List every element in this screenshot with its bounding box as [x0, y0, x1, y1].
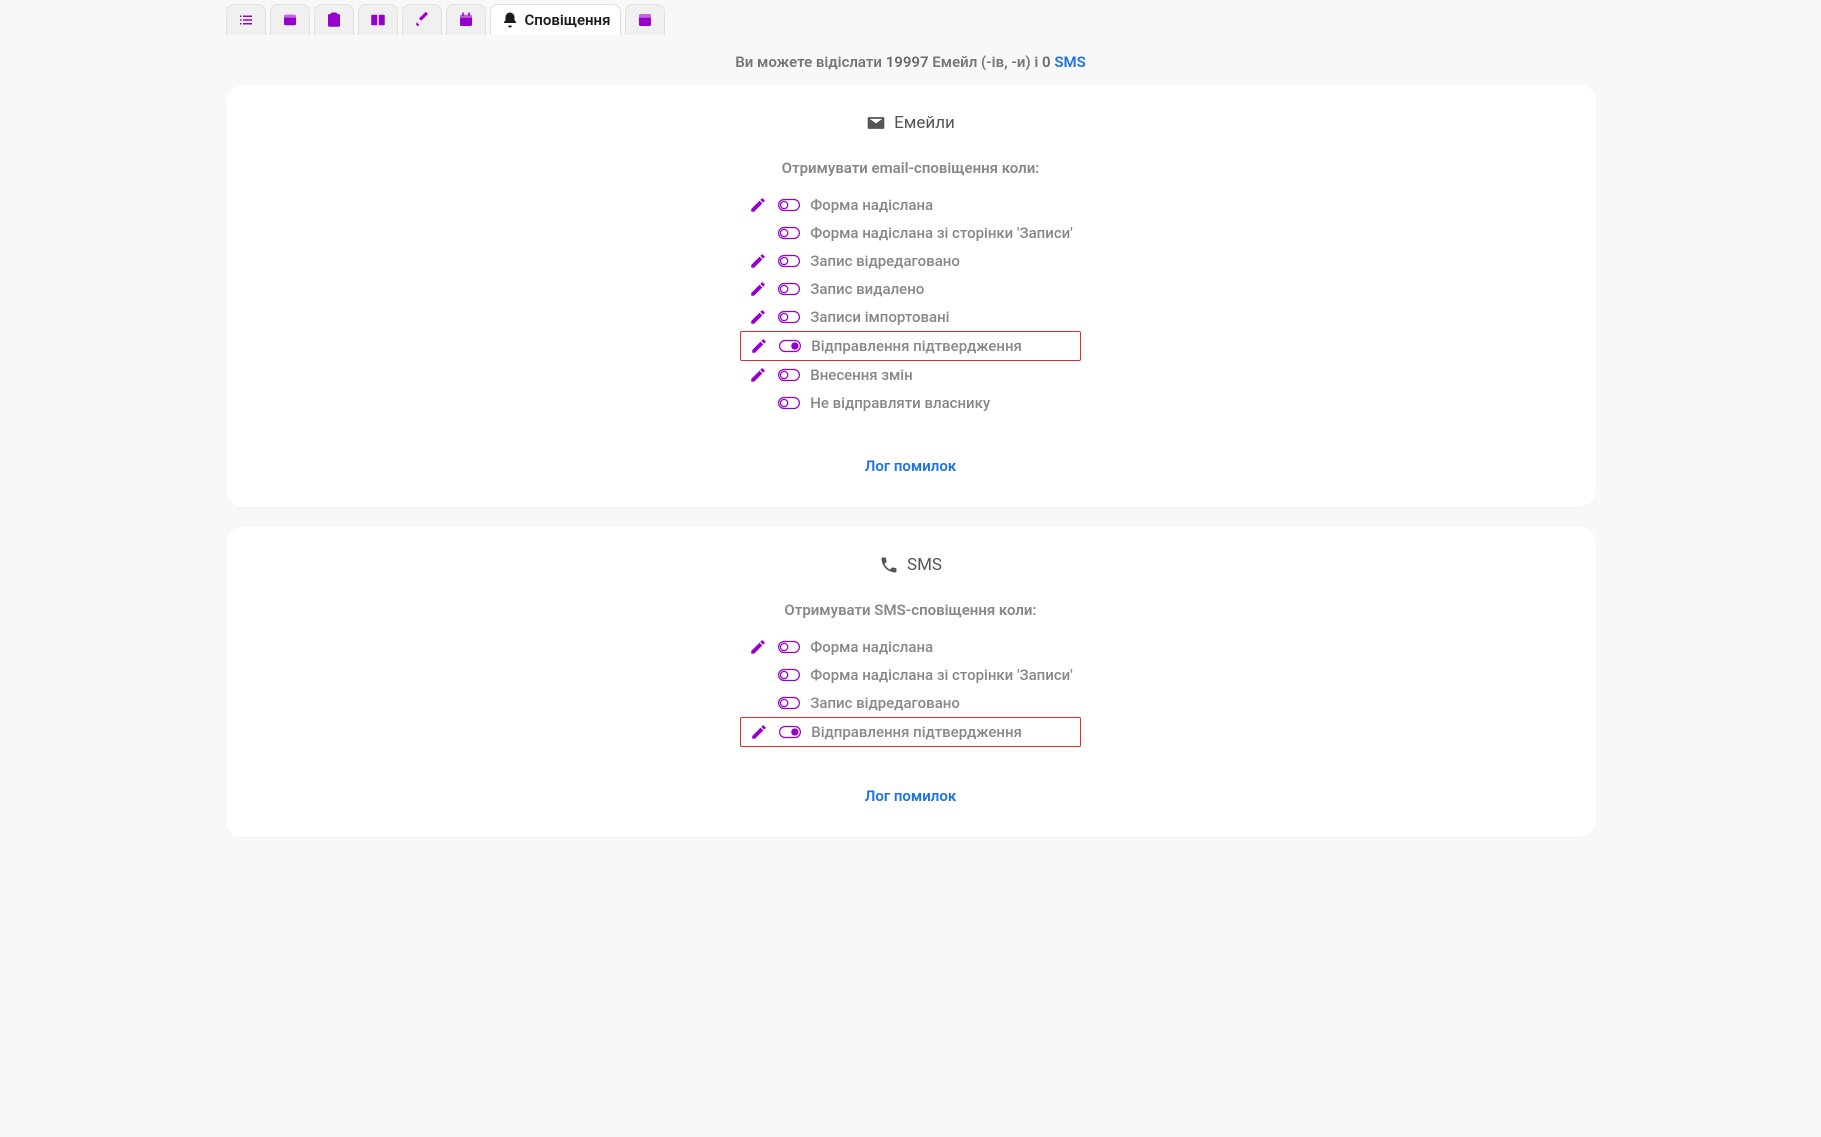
sms-option-row: Відправлення підтвердження — [740, 717, 1080, 747]
sms-title: SMS — [256, 555, 1566, 575]
emails-subtitle: Отримувати email-сповіщення коли: — [256, 159, 1566, 177]
emails-option-row: Форма надіслана зі сторінки 'Записи' — [740, 219, 1080, 247]
sms-title-text: SMS — [907, 555, 942, 575]
emails-card: Емейли Отримувати email-сповіщення коли:… — [226, 85, 1596, 507]
edit-icon[interactable] — [749, 723, 769, 741]
toggle-icon[interactable] — [778, 226, 800, 240]
toggle-icon[interactable] — [778, 254, 800, 268]
tab-window-icon[interactable] — [625, 4, 665, 35]
emails-option-row: Внесення змін — [740, 361, 1080, 389]
info-sms-link[interactable]: SMS — [1054, 53, 1085, 71]
emails-option-row: Не відправляти власнику — [740, 389, 1080, 417]
columns-icon — [369, 11, 387, 29]
sms-option-label: Форма надіслана — [810, 638, 933, 656]
tab-list-icon[interactable] — [226, 4, 266, 35]
toggle-icon[interactable] — [778, 310, 800, 324]
tab-clipboard-icon[interactable] — [314, 4, 354, 35]
emails-option-label: Запис видалено — [810, 280, 924, 298]
tab-notifications[interactable]: Сповіщення — [490, 4, 622, 35]
edit-icon[interactable] — [748, 308, 768, 326]
sms-option-row: Форма надіслана зі сторінки 'Записи' — [740, 661, 1080, 689]
toggle-icon[interactable] — [779, 339, 801, 353]
emails-option-label: Запис відредаговано — [810, 252, 960, 270]
emails-option-label: Не відправляти власнику — [810, 394, 990, 412]
emails-option-row: Відправлення підтвердження — [740, 331, 1080, 361]
sms-log-link[interactable]: Лог помилок — [865, 787, 956, 805]
tab-brush-icon[interactable] — [402, 4, 442, 35]
edit-icon[interactable] — [748, 280, 768, 298]
emails-option-label: Форма надіслана зі сторінки 'Записи' — [810, 224, 1072, 242]
bell-icon — [501, 11, 519, 29]
emails-log-link[interactable]: Лог помилок — [865, 457, 956, 475]
emails-title: Емейли — [256, 113, 1566, 133]
phone-icon — [879, 555, 899, 575]
window-icon — [636, 11, 654, 29]
info-bar: Ви можете відіслати 19997 Емейл (-ів, -и… — [226, 53, 1596, 71]
toggle-icon[interactable] — [778, 640, 800, 654]
info-prefix: Ви можете відіслати — [735, 53, 882, 71]
brush-icon — [413, 11, 431, 29]
clipboard-icon — [325, 11, 343, 29]
emails-option-label: Внесення змін — [810, 366, 912, 384]
toggle-icon[interactable] — [778, 282, 800, 296]
emails-options: Форма надіслана Форма надіслана зі сторін… — [740, 191, 1080, 417]
emails-option-row: Форма надіслана — [740, 191, 1080, 219]
sms-option-label: Відправлення підтвердження — [811, 723, 1022, 741]
sms-option-label: Запис відредаговано — [810, 694, 960, 712]
emails-option-label: Відправлення підтвердження — [811, 337, 1022, 355]
emails-option-label: Записи імпортовані — [810, 308, 949, 326]
toggle-icon[interactable] — [778, 396, 800, 410]
emails-title-text: Емейли — [894, 113, 955, 133]
toggle-icon[interactable] — [778, 368, 800, 382]
card-icon — [281, 11, 299, 29]
toggle-icon[interactable] — [779, 725, 801, 739]
tab-columns-icon[interactable] — [358, 4, 398, 35]
toggle-icon[interactable] — [778, 696, 800, 710]
edit-icon[interactable] — [748, 196, 768, 214]
edit-icon[interactable] — [749, 337, 769, 355]
info-sms-count: 0 — [1042, 53, 1051, 71]
sms-options: Форма надіслана Форма надіслана зі сторін… — [740, 633, 1080, 747]
toggle-icon[interactable] — [778, 198, 800, 212]
emails-option-row: Запис видалено — [740, 275, 1080, 303]
info-email-count: 19997 — [886, 53, 929, 71]
calendar-icon — [457, 11, 475, 29]
toggle-icon[interactable] — [778, 668, 800, 682]
emails-option-label: Форма надіслана — [810, 196, 933, 214]
tab-notifications-label: Сповіщення — [525, 11, 611, 29]
tab-card-icon[interactable] — [270, 4, 310, 35]
sms-option-label: Форма надіслана зі сторінки 'Записи' — [810, 666, 1072, 684]
edit-icon[interactable] — [748, 638, 768, 656]
emails-option-row: Записи імпортовані — [740, 303, 1080, 331]
sms-card: SMS Отримувати SMS-сповіщення коли: Форм… — [226, 527, 1596, 837]
edit-icon[interactable] — [748, 366, 768, 384]
info-email-unit: Емейл (-ів, -и) — [932, 53, 1030, 71]
list-icon — [237, 11, 255, 29]
edit-icon[interactable] — [748, 252, 768, 270]
sms-subtitle: Отримувати SMS-сповіщення коли: — [256, 601, 1566, 619]
info-and: і — [1034, 53, 1038, 71]
tabs-bar: Сповіщення — [226, 4, 1596, 35]
sms-option-row: Форма надіслана — [740, 633, 1080, 661]
emails-option-row: Запис відредаговано — [740, 247, 1080, 275]
envelope-icon — [866, 113, 886, 133]
tab-calendar-icon[interactable] — [446, 4, 486, 35]
sms-option-row: Запис відредаговано — [740, 689, 1080, 717]
